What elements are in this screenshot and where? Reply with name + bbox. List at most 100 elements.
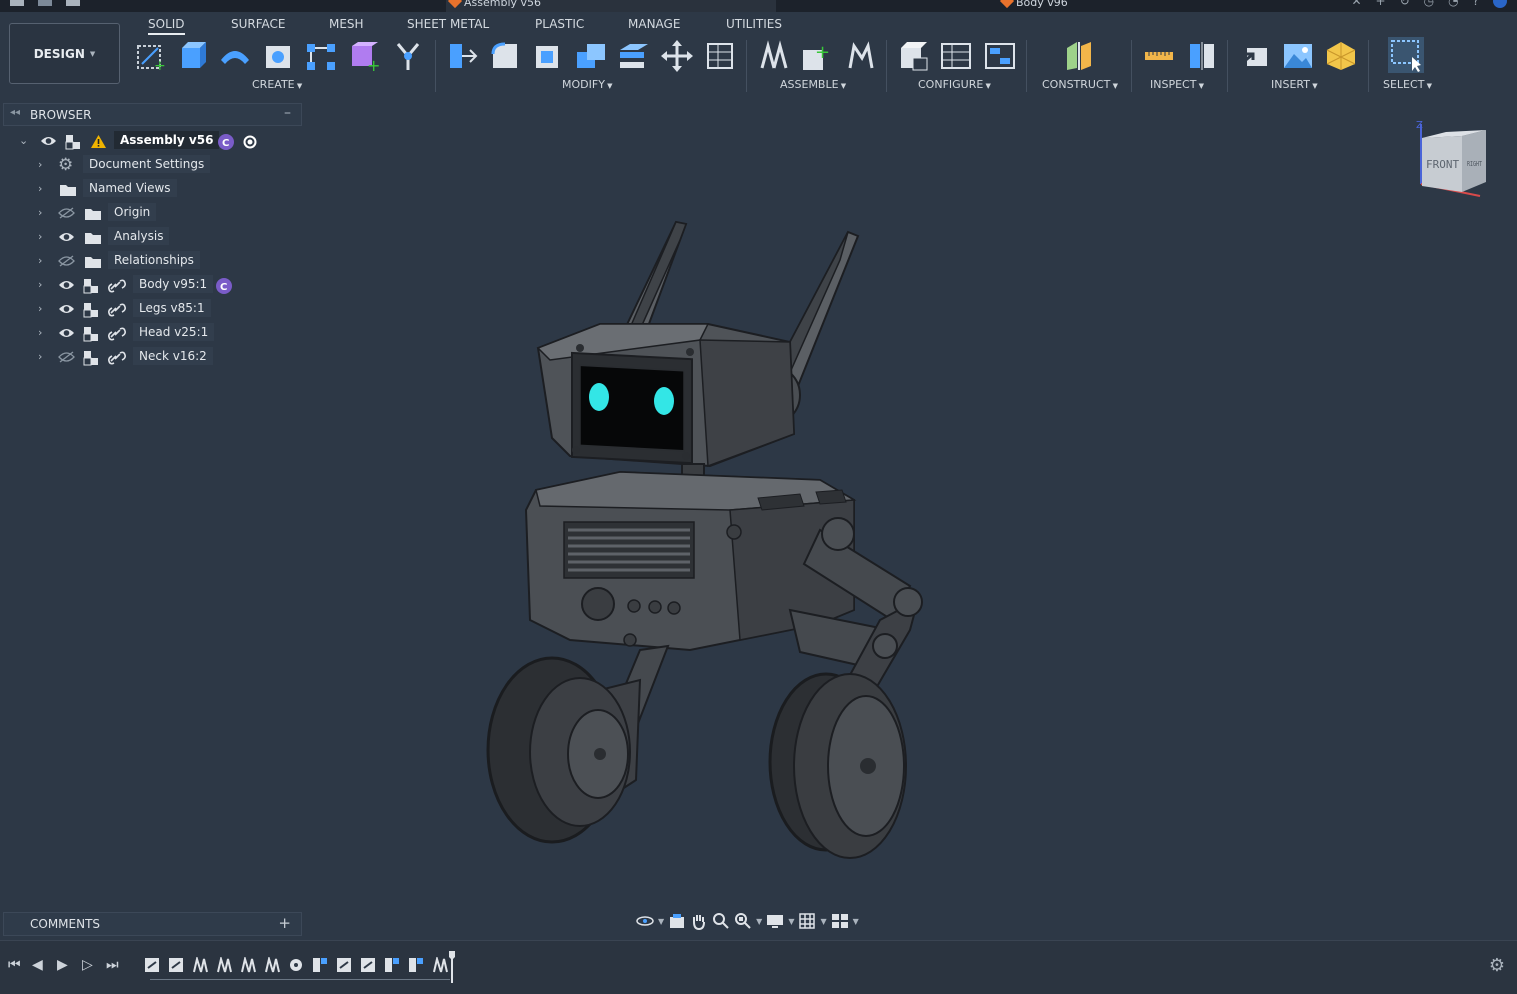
file-icon[interactable] (66, 0, 80, 6)
chevron-down-icon[interactable]: ▼ (756, 917, 762, 926)
timeline-component-feature-icon[interactable] (312, 957, 328, 973)
timeline-joint-feature-icon[interactable] (432, 957, 448, 973)
timeline-component-feature-icon[interactable] (408, 957, 424, 973)
group-construct[interactable]: CONSTRUCT ▼ (1042, 78, 1118, 91)
tab-mesh[interactable]: MESH (329, 17, 364, 31)
pattern-icon[interactable] (305, 40, 337, 72)
timeline-component-feature-icon[interactable] (384, 957, 400, 973)
section-analysis-icon[interactable] (1186, 40, 1218, 72)
as-built-joint-icon[interactable] (844, 40, 876, 72)
chevron-down-icon[interactable]: ▼ (658, 917, 664, 926)
browser-item-legs[interactable]: › Legs v85:1 (0, 299, 300, 321)
collapse-panel-icon[interactable]: ◂◂ (10, 107, 20, 118)
timeline-link-feature-icon[interactable] (144, 957, 160, 973)
chevron-right-icon[interactable]: › (38, 302, 48, 315)
viewcube[interactable]: Z FRONT RIGHT (1416, 120, 1494, 200)
go-to-start-icon[interactable]: ⏮ (8, 957, 21, 973)
eye-hidden-icon[interactable] (58, 255, 75, 267)
group-create[interactable]: CREATE ▼ (252, 78, 302, 91)
browser-item-origin[interactable]: › Origin (0, 203, 300, 225)
parameters-icon[interactable] (704, 40, 736, 72)
insert-canvas-icon[interactable] (1282, 40, 1314, 72)
grid-icon[interactable] (38, 0, 52, 6)
timeline-joint-feature-icon[interactable] (192, 957, 208, 973)
tab-manage[interactable]: MANAGE (628, 17, 680, 31)
timeline-marker-handle[interactable] (449, 951, 455, 983)
tab-solid[interactable]: SOLID (148, 17, 185, 35)
close-icon[interactable]: ✕ (1351, 0, 1361, 8)
comments-panel-header[interactable]: COMMENTS + (3, 912, 302, 936)
eye-icon[interactable] (40, 135, 57, 147)
chevron-down-icon[interactable]: ▼ (820, 917, 826, 926)
workspace-switcher-button[interactable]: DESIGN ▼ (9, 23, 120, 84)
combine-icon[interactable] (575, 40, 607, 72)
offset-face-icon[interactable] (618, 40, 650, 72)
group-insert[interactable]: INSERT ▼ (1271, 78, 1318, 91)
group-modify[interactable]: MODIFY ▼ (562, 78, 613, 91)
timeline-joint-feature-icon[interactable] (216, 957, 232, 973)
active-radio-icon[interactable] (243, 135, 257, 149)
chevron-right-icon[interactable]: › (38, 158, 48, 171)
chevron-right-icon[interactable]: › (38, 254, 48, 267)
step-back-icon[interactable]: ◀ (32, 957, 43, 973)
fillet-icon[interactable] (489, 40, 521, 72)
create-sketch-icon[interactable]: + (134, 40, 166, 72)
eye-icon[interactable] (58, 279, 75, 291)
browser-root-assembly[interactable]: ⌄ Assembly v56 C (0, 131, 300, 153)
avatar[interactable] (1493, 0, 1507, 8)
3d-model-robot[interactable] (440, 210, 960, 870)
chevron-right-icon[interactable]: › (38, 206, 48, 219)
select-icon[interactable] (1388, 37, 1424, 73)
tab-sheet-metal[interactable]: SHEET METAL (407, 17, 489, 31)
browser-item-neck[interactable]: › Neck v16:2 (0, 347, 300, 369)
timeline-link-feature-icon[interactable] (336, 957, 352, 973)
go-to-end-icon[interactable]: ⏭ (106, 957, 119, 973)
configuration-table-icon[interactable] (940, 40, 972, 72)
group-select[interactable]: SELECT ▼ (1383, 78, 1432, 91)
pan-hand-icon[interactable] (690, 912, 708, 930)
fit-zoom-icon[interactable] (734, 912, 752, 930)
revolve-icon[interactable] (219, 40, 251, 72)
eye-icon[interactable] (58, 231, 75, 243)
timeline-joint-feature-icon[interactable] (240, 957, 256, 973)
joint-icon[interactable] (392, 40, 424, 72)
chevron-right-icon[interactable]: › (38, 278, 48, 291)
chevron-right-icon[interactable]: › (38, 350, 48, 363)
eye-icon[interactable] (58, 327, 75, 339)
look-at-icon[interactable] (668, 912, 686, 930)
timeline-joint-feature-icon[interactable] (264, 957, 280, 973)
chevron-right-icon[interactable]: › (38, 230, 48, 243)
offset-plane-icon[interactable] (1063, 40, 1095, 72)
browser-panel-header[interactable]: ◂◂ BROWSER – (3, 103, 302, 126)
group-configure[interactable]: CONFIGURE ▼ (918, 78, 991, 91)
insert-derive-icon[interactable] (1239, 40, 1271, 72)
chevron-down-icon[interactable]: ▼ (853, 917, 859, 926)
clock-icon[interactable]: ◷ (1424, 0, 1434, 8)
browser-item-analysis[interactable]: › Analysis (0, 227, 300, 249)
new-component-icon[interactable]: + (348, 40, 380, 72)
chevron-right-icon[interactable]: › (38, 326, 48, 339)
configuration-rules-icon[interactable] (984, 40, 1016, 72)
add-comment-icon[interactable]: + (278, 914, 291, 932)
tab-surface[interactable]: SURFACE (231, 17, 286, 31)
assemble-joint-icon[interactable] (758, 40, 790, 72)
orbit-icon[interactable] (636, 912, 654, 930)
chevron-down-icon[interactable]: ▼ (788, 917, 794, 926)
chevron-down-icon[interactable]: ⌄ (19, 134, 29, 147)
browser-item-named-views[interactable]: › Named Views (0, 179, 300, 201)
display-settings-icon[interactable] (766, 912, 784, 930)
zoom-icon[interactable] (712, 912, 730, 930)
grid-settings-icon[interactable] (798, 912, 816, 930)
viewports-icon[interactable] (831, 912, 849, 930)
insert-mesh-icon[interactable] (1325, 40, 1357, 72)
extrude-icon[interactable] (176, 40, 208, 72)
hole-icon[interactable] (262, 40, 294, 72)
refresh-icon[interactable]: ↻ (1400, 0, 1410, 8)
configure-icon[interactable] (897, 40, 929, 72)
browser-item-relationships[interactable]: › Relationships (0, 251, 300, 273)
document-tab-body[interactable]: Body v96 (998, 0, 1198, 12)
add-icon[interactable]: + (1376, 0, 1386, 8)
shell-icon[interactable] (532, 40, 564, 72)
chevron-right-icon[interactable]: › (38, 182, 48, 195)
tab-plastic[interactable]: PLASTIC (535, 17, 584, 31)
